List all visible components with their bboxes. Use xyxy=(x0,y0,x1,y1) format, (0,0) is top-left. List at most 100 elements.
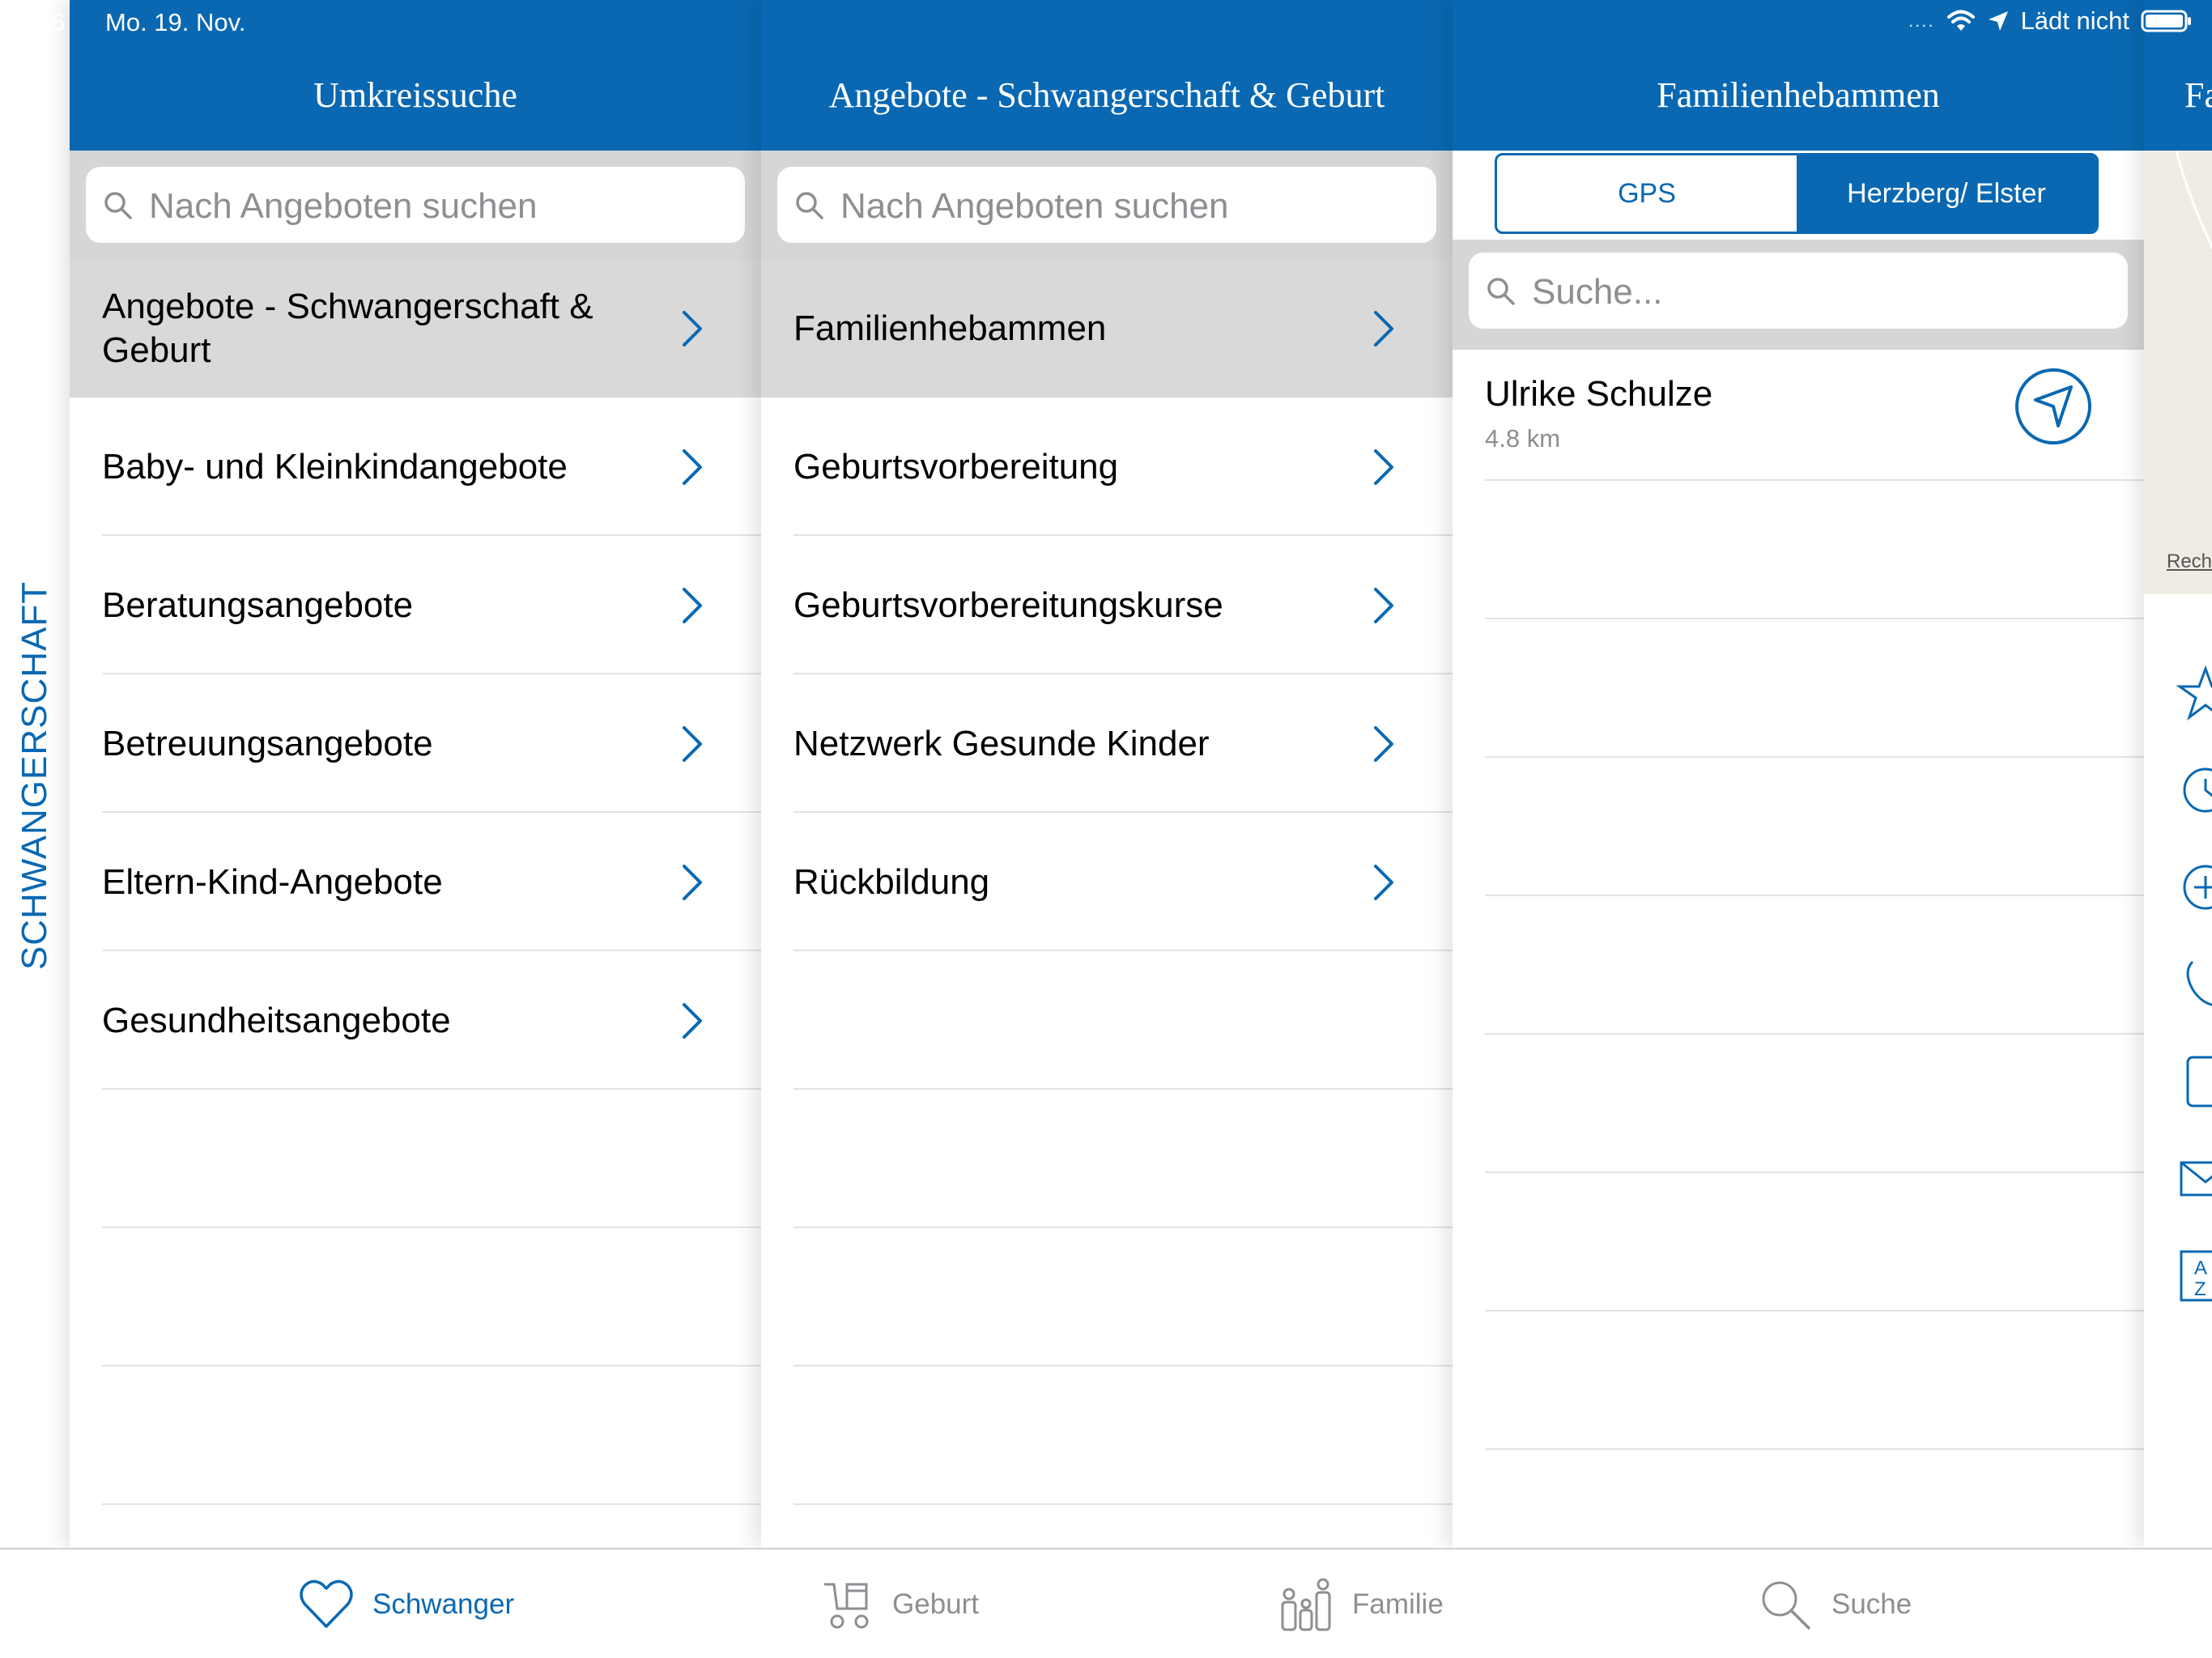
list-item-label: Geburtsvorbereitungskurse xyxy=(793,585,1223,625)
svg-text:A: A xyxy=(2194,1257,2207,1279)
search-bar: Nach Angeboten suchen xyxy=(761,151,1453,259)
charging-status: Lädt nicht xyxy=(2020,6,2129,35)
result-distance: 4.8 km xyxy=(1485,424,1561,453)
chevron-right-icon xyxy=(1374,725,1393,762)
list-item[interactable]: Familienhebammen xyxy=(761,259,1453,397)
search-bar: Suche... xyxy=(1453,240,2144,350)
tab-label: Schwanger xyxy=(372,1588,515,1620)
clock-icon[interactable] xyxy=(2176,761,2212,819)
chevron-right-icon xyxy=(683,1002,702,1039)
panel-angebote: Angebote - Schwangerschaft & Geburt Nach… xyxy=(761,0,1453,1548)
heart-icon xyxy=(300,1579,353,1628)
search-icon xyxy=(796,192,823,219)
list-item[interactable]: Geburtsvorbereitungskurse xyxy=(761,536,1453,674)
empty-row xyxy=(761,1228,1453,1367)
offer-list: Familienhebammen Geburtsvorbereitung Geb… xyxy=(761,259,1453,1548)
nav-title: Fa xyxy=(2184,75,2212,115)
status-bar: 5:56 Mo. 19. Nov. .... Lädt nicht xyxy=(0,0,2212,45)
map-attribution[interactable]: Rech xyxy=(2167,551,2212,573)
list-item-label: Gesundheitsangebote xyxy=(102,1000,451,1040)
status-indicators: .... Lädt nicht xyxy=(1908,6,2193,36)
empty-row xyxy=(1453,896,2144,1035)
chevron-right-icon xyxy=(683,864,702,900)
phone-icon[interactable] xyxy=(2176,955,2212,1014)
empty-row xyxy=(70,1228,761,1367)
list-item-label: Betreuungsangebote xyxy=(102,723,433,763)
panel-umkreissuche: Umkreissuche Nach Angeboten suchen Angeb… xyxy=(70,0,761,1548)
list-item[interactable]: Eltern-Kind-Angebote xyxy=(70,813,761,951)
plus-circle-icon[interactable] xyxy=(2176,858,2212,916)
result-list: Ulrike Schulze 4.8 km xyxy=(1453,350,2144,1450)
chevron-right-icon xyxy=(1374,449,1393,485)
search-placeholder: Suche... xyxy=(1532,272,1663,312)
search-icon xyxy=(1762,1581,1810,1630)
nav-title: Familienhebammen xyxy=(1657,75,1940,115)
list-item-label: Rückbildung xyxy=(793,861,990,902)
stroller-icon xyxy=(824,1583,869,1629)
navigate-icon[interactable] xyxy=(2013,366,2094,447)
result-row[interactable]: Ulrike Schulze 4.8 km xyxy=(1453,350,2144,481)
location-segmented-control: GPS Herzberg/ Elster xyxy=(1495,153,2099,234)
empty-row xyxy=(761,1367,1453,1505)
tab-geburt[interactable]: Geburt xyxy=(818,1550,979,1658)
star-icon[interactable] xyxy=(2176,664,2212,722)
list-item[interactable]: Betreuungsangebote xyxy=(70,674,761,813)
chevron-right-icon xyxy=(1374,310,1393,346)
list-item[interactable]: Geburtsvorbereitung xyxy=(761,397,1453,536)
empty-row xyxy=(1453,1173,2144,1312)
search-icon xyxy=(104,192,132,219)
list-item[interactable]: Rückbildung xyxy=(761,813,1453,951)
mail-icon[interactable] xyxy=(2176,1150,2212,1208)
list-item-label: Familienhebammen xyxy=(793,308,1107,348)
a-to-z-icon[interactable]: AZ xyxy=(2176,1247,2212,1305)
list-item[interactable]: Beratungsangebote xyxy=(70,536,761,674)
wifi-icon xyxy=(1946,10,1975,31)
list-item[interactable]: Angebote - Schwangerschaft & Geburt xyxy=(70,259,761,397)
list-item[interactable]: Netzwerk Gesunde Kinder xyxy=(761,674,1453,813)
search-placeholder: Nach Angeboten suchen xyxy=(840,186,1229,226)
tab-familie[interactable]: Familie xyxy=(1278,1550,1444,1658)
search-input[interactable]: Suche... xyxy=(1469,253,2128,329)
status-time: 5:56 xyxy=(16,8,66,36)
nav-title: Angebote - Schwangerschaft & Geburt xyxy=(828,75,1385,115)
search-input[interactable]: Nach Angeboten suchen xyxy=(777,167,1436,243)
map[interactable]: Rech xyxy=(2144,151,2212,594)
list-item-label: Eltern-Kind-Angebote xyxy=(102,861,443,902)
status-date: Mo. 19. Nov. xyxy=(105,8,246,36)
signal-indicator: .... xyxy=(1908,11,1935,31)
tab-label: Geburt xyxy=(892,1588,979,1620)
segment-gps[interactable]: GPS xyxy=(1497,155,1797,232)
panel-detail: Fa Rech AZ xyxy=(2144,0,2212,1548)
list-item-label: Baby- und Kleinkindangebote xyxy=(102,446,568,487)
list-item-label: Geburtsvorbereitung xyxy=(793,446,1119,487)
location-arrow-icon xyxy=(1988,11,2008,31)
empty-row xyxy=(1453,758,2144,896)
search-placeholder: Nach Angeboten suchen xyxy=(149,186,538,226)
list-item[interactable]: Baby- und Kleinkindangebote xyxy=(70,397,761,536)
result-name: Ulrike Schulze xyxy=(1485,374,1713,414)
segment-place[interactable]: Herzberg/ Elster xyxy=(1797,155,2096,232)
empty-row xyxy=(1453,619,2144,758)
section-label[interactable]: SCHWANGERSCHAFT xyxy=(15,581,55,970)
map-roads xyxy=(2175,151,2212,250)
tab-bar: Schwanger Geburt Familie Suche xyxy=(0,1548,2212,1658)
tab-label: Familie xyxy=(1352,1588,1444,1620)
nav-title: Umkreissuche xyxy=(313,75,517,115)
battery-icon xyxy=(2141,10,2191,32)
list-item-label: Angebote - Schwangerschaft & Geburt xyxy=(102,286,593,370)
mobile-icon[interactable] xyxy=(2176,1052,2212,1111)
list-item-label: Beratungsangebote xyxy=(102,585,414,625)
chevron-right-icon xyxy=(683,310,702,346)
empty-row xyxy=(70,1367,761,1505)
empty-row xyxy=(70,1505,761,1548)
tab-suche[interactable]: Suche xyxy=(1757,1550,1912,1658)
search-icon xyxy=(1487,278,1515,305)
empty-row xyxy=(1453,481,2144,619)
empty-row xyxy=(761,1505,1453,1548)
category-list: Angebote - Schwangerschaft & Geburt Baby… xyxy=(70,259,761,1548)
list-item[interactable]: Gesundheitsangebote xyxy=(70,951,761,1090)
search-input[interactable]: Nach Angeboten suchen xyxy=(86,167,745,243)
svg-text:Z: Z xyxy=(2194,1278,2206,1300)
tab-schwanger[interactable]: Schwanger xyxy=(298,1550,514,1658)
chevron-right-icon xyxy=(683,449,702,485)
